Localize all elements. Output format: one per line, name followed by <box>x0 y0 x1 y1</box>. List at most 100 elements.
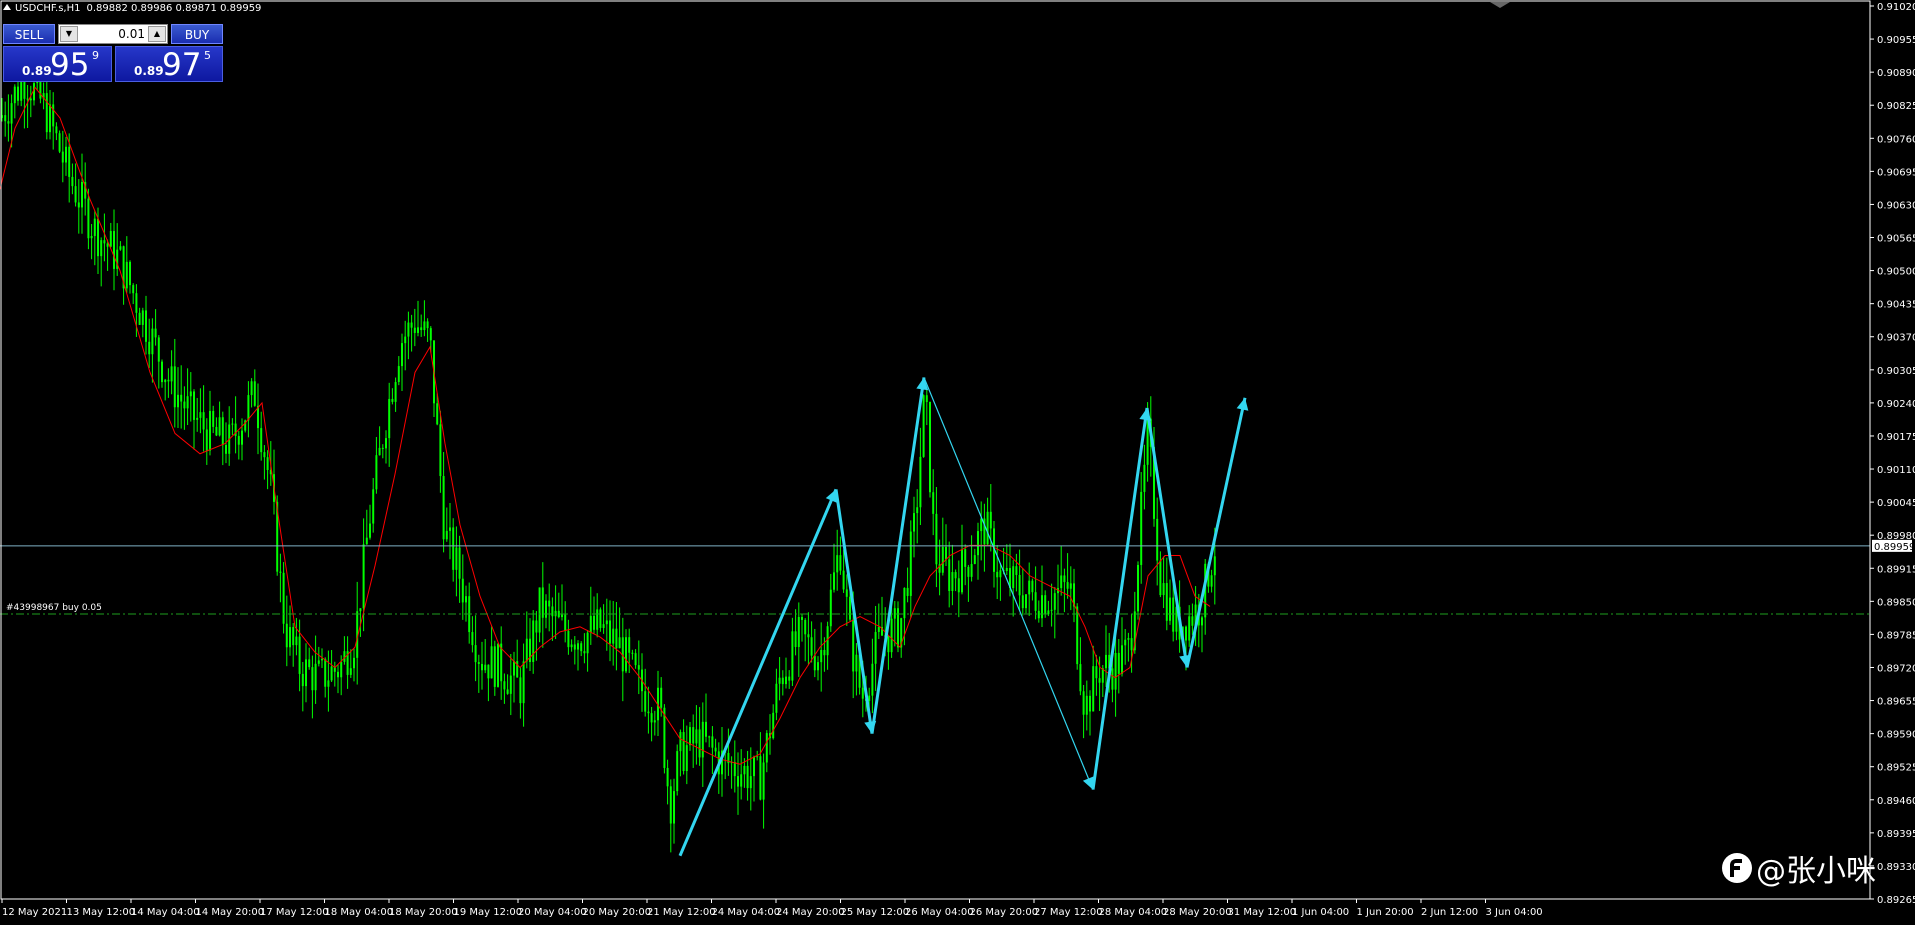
candle <box>138 307 141 325</box>
candle <box>439 410 442 493</box>
candle-body <box>532 620 535 662</box>
candle-body <box>609 620 611 644</box>
candle-body <box>1191 616 1194 626</box>
candle <box>183 386 186 430</box>
sell-button[interactable]: SELL <box>3 24 55 44</box>
lot-input[interactable] <box>81 26 145 42</box>
candle <box>1162 556 1165 609</box>
candle <box>906 567 909 603</box>
candle <box>801 613 803 642</box>
candle-body <box>676 751 679 792</box>
candle-body <box>1117 652 1120 674</box>
candle <box>1210 569 1213 593</box>
y-tick-label: 0.89850 <box>1877 597 1915 608</box>
candle <box>1143 444 1146 510</box>
candle <box>679 729 682 777</box>
candle-body <box>439 424 442 477</box>
candle <box>925 387 928 426</box>
candle-body <box>817 662 819 671</box>
candle-body <box>666 767 669 787</box>
buy-price-box[interactable]: 0.89 97 5 <box>115 46 223 83</box>
candle <box>212 405 215 434</box>
candle <box>961 524 963 595</box>
chart-area[interactable]: 0.89959 #43998967 buy 0.05 0.91020 0.90955… <box>0 0 1915 925</box>
candle-body <box>138 312 141 325</box>
candle <box>682 719 685 775</box>
candle-body <box>330 666 333 681</box>
candle <box>836 529 839 591</box>
candle-body <box>593 615 595 630</box>
candle-body <box>1021 595 1024 609</box>
candle-body <box>132 285 135 294</box>
candle-body <box>1105 654 1107 669</box>
candle-body <box>1085 695 1088 715</box>
candle <box>1053 587 1056 639</box>
candle <box>794 609 797 656</box>
candle-body <box>647 711 650 714</box>
lot-increase-icon[interactable]: ▲ <box>148 26 166 42</box>
candle-body <box>797 617 800 648</box>
candle <box>973 548 976 565</box>
candle <box>481 641 483 690</box>
candle-body <box>81 181 83 208</box>
candle <box>727 728 730 776</box>
candle <box>285 595 288 667</box>
candle-body <box>148 341 151 355</box>
candle <box>13 84 16 119</box>
candle <box>506 674 509 695</box>
candle <box>49 90 51 140</box>
candle <box>1165 557 1168 631</box>
candle <box>292 623 295 667</box>
candle <box>1069 566 1072 611</box>
lot-size-field[interactable]: ▼ ▲ <box>58 24 168 44</box>
y-tick-label: 0.90955 <box>1877 35 1915 46</box>
candle-body <box>753 756 755 777</box>
candle-body <box>218 417 221 436</box>
candle <box>561 584 563 621</box>
x-tick-label: 31 May 12:00 <box>1228 907 1297 918</box>
candle-body <box>7 121 10 124</box>
zigzag-arrow <box>678 488 838 857</box>
candle <box>644 668 647 717</box>
candle <box>215 417 218 437</box>
candle <box>324 657 327 698</box>
candle-body <box>977 531 979 556</box>
candle-body <box>477 662 480 664</box>
candle <box>157 335 160 389</box>
y-tick-label: 0.90695 <box>1877 167 1915 178</box>
candle-body <box>545 600 547 618</box>
sell-price-box[interactable]: 0.89 95 9 <box>3 46 112 83</box>
candle-body <box>266 457 269 471</box>
candle <box>1063 568 1066 613</box>
y-tick-label: 0.89980 <box>1877 531 1915 542</box>
candle <box>551 597 554 641</box>
candle-body <box>58 133 61 152</box>
buy-button[interactable]: BUY <box>171 24 223 44</box>
candle-body <box>113 231 115 269</box>
candle <box>503 673 506 704</box>
candle-body <box>1041 595 1043 619</box>
candle-body <box>49 104 51 133</box>
lot-decrease-icon[interactable]: ▼ <box>60 26 78 42</box>
candle <box>1089 690 1091 736</box>
candle <box>583 633 586 664</box>
candle-body <box>1130 638 1133 651</box>
collapse-triangle-icon[interactable] <box>3 4 11 10</box>
price-chart[interactable]: 0.89959#43998967 buy 0.05 0.910200.90955… <box>0 0 1915 925</box>
candle-body <box>173 366 176 408</box>
candle-body <box>525 638 528 662</box>
candle <box>1015 553 1018 592</box>
candle-body <box>765 733 768 763</box>
candle <box>1041 565 1043 627</box>
candle <box>279 553 282 603</box>
candle-body <box>420 327 423 331</box>
candle <box>749 747 752 811</box>
candle-body <box>449 527 451 531</box>
candle-body <box>1082 691 1085 715</box>
candle <box>634 649 637 669</box>
candle <box>535 610 538 661</box>
candle <box>1105 625 1107 688</box>
candle <box>855 643 858 696</box>
candle-body <box>362 544 365 609</box>
candle <box>346 636 349 689</box>
